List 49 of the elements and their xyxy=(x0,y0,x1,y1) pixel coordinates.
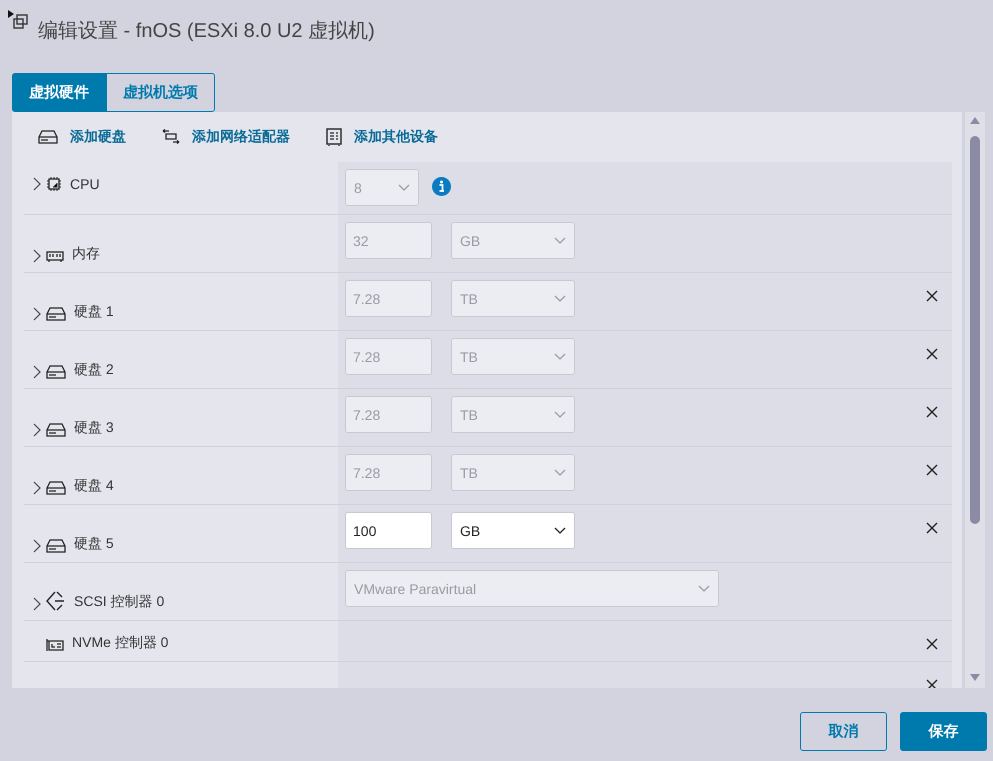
dropdown[interactable]: GB xyxy=(451,512,575,549)
device-label: 硬盘 1 xyxy=(74,303,114,321)
expand-chevron-icon[interactable] xyxy=(32,423,42,437)
remove-button[interactable] xyxy=(926,522,938,534)
window-title: 编辑设置 - fnOS (ESXi 8.0 U2 虚拟机) xyxy=(38,18,375,44)
chevron-down-icon xyxy=(554,526,566,534)
diamond-icon xyxy=(46,591,66,611)
expand-chevron-icon[interactable] xyxy=(32,177,42,191)
chevron-down-icon xyxy=(554,468,566,476)
remove-button[interactable] xyxy=(926,406,938,418)
toolbar-button[interactable]: 添加其他设备 xyxy=(326,128,438,146)
tab[interactable]: 虚拟硬件 xyxy=(12,73,106,112)
expand-chevron-icon[interactable] xyxy=(32,597,42,611)
remove-button[interactable] xyxy=(926,348,938,360)
chevron-down-icon xyxy=(698,584,710,592)
expand-chevron-icon[interactable] xyxy=(32,249,42,263)
tab[interactable]: 虚拟机选项 xyxy=(106,73,215,112)
info-icon[interactable] xyxy=(432,177,451,196)
toolbar-button[interactable]: 添加硬盘 xyxy=(38,128,126,146)
device-label: 硬盘 2 xyxy=(74,361,114,379)
remove-button[interactable] xyxy=(926,679,938,688)
chip-icon xyxy=(46,176,62,192)
save-button[interactable]: 保存 xyxy=(900,712,987,751)
chevron-down-icon xyxy=(554,236,566,244)
remove-button[interactable] xyxy=(926,638,938,650)
remove-button[interactable] xyxy=(926,464,938,476)
device-label: 硬盘 3 xyxy=(74,419,114,437)
size-field[interactable]: 100 xyxy=(345,512,432,549)
chevron-down-icon xyxy=(398,184,410,192)
remove-button[interactable] xyxy=(926,290,938,302)
chevron-down-icon xyxy=(554,410,566,418)
device-label: 硬盘 5 xyxy=(74,535,114,553)
network-adapter-icon xyxy=(162,129,180,145)
device-label: 硬盘 4 xyxy=(74,477,114,495)
expand-chevron-icon[interactable] xyxy=(32,365,42,379)
expand-chevron-icon[interactable] xyxy=(32,307,42,321)
device-label: NVMe 控制器 0 xyxy=(72,634,168,652)
memory-module-icon xyxy=(46,251,64,263)
cancel-button[interactable]: 取消 xyxy=(800,712,887,751)
expand-chevron-icon[interactable] xyxy=(32,481,42,495)
expand-chevron-icon[interactable] xyxy=(32,539,42,553)
chevron-down-icon xyxy=(554,352,566,360)
device-label: CPU xyxy=(70,176,100,192)
chevron-down-icon xyxy=(554,294,566,302)
device-label: 内存 xyxy=(72,245,100,263)
controller-card-icon xyxy=(46,638,64,652)
device-label: SCSI 控制器 0 xyxy=(74,593,164,611)
toolbar-button[interactable]: 添加网络适配器 xyxy=(162,128,290,146)
device-icon xyxy=(326,128,342,146)
